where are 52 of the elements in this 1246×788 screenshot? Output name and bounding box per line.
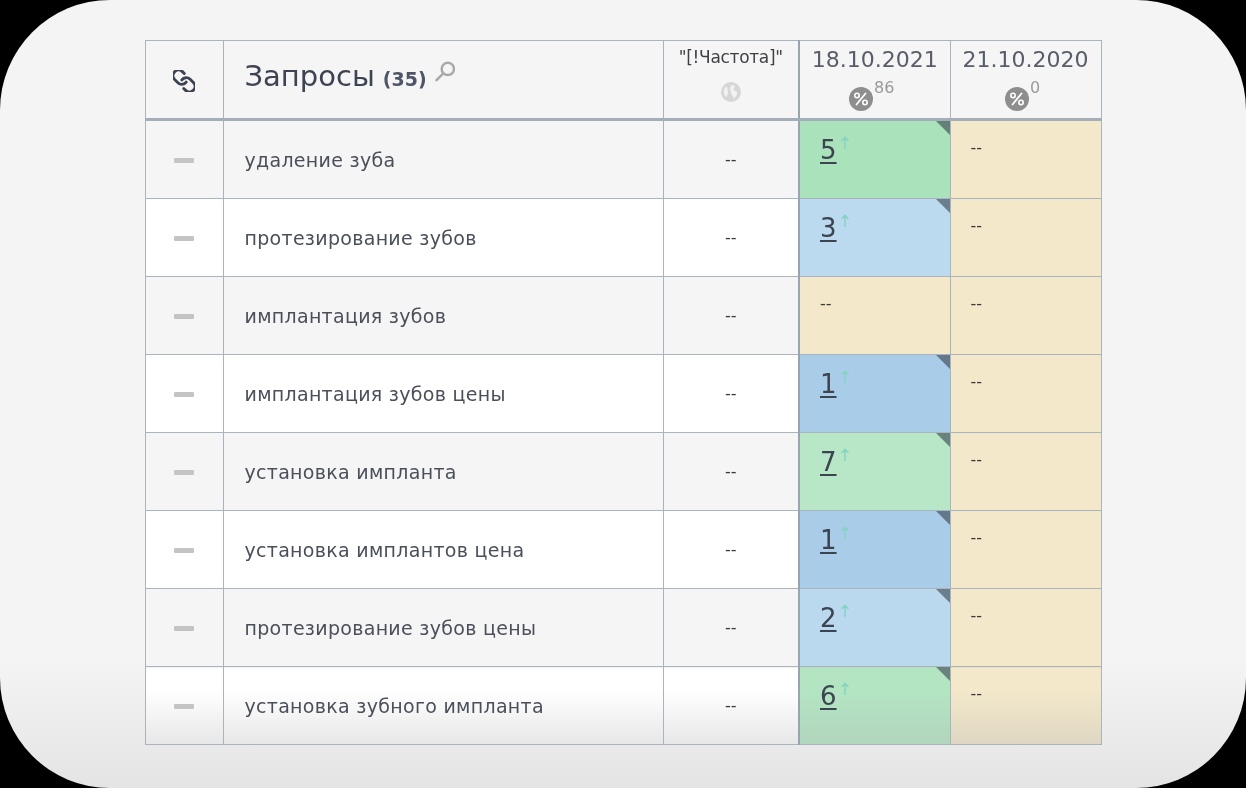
- position-link[interactable]: 7: [820, 445, 837, 479]
- empty-value: --: [970, 605, 983, 627]
- position-link[interactable]: 2: [820, 601, 837, 635]
- frequency-value: --: [724, 618, 737, 637]
- percent-value: 86: [874, 79, 895, 97]
- minus-icon[interactable]: [174, 236, 194, 241]
- date-title: 21.10.2020: [962, 46, 1089, 74]
- query-text: установка зубного импланта: [244, 694, 544, 717]
- position-link[interactable]: 1: [820, 523, 837, 557]
- minus-icon[interactable]: [174, 314, 194, 319]
- frequency-value: --: [724, 306, 737, 325]
- frequency-value: --: [724, 150, 737, 169]
- globe-icon: [720, 82, 741, 102]
- minus-icon[interactable]: [174, 392, 194, 397]
- query-text: протезирование зубов цены: [244, 616, 537, 639]
- query-text: протезирование зубов: [244, 226, 477, 249]
- empty-value: --: [970, 449, 983, 471]
- link-icon: [173, 69, 195, 92]
- empty-value: --: [970, 215, 983, 237]
- frequency-value: --: [724, 462, 737, 481]
- position-link[interactable]: 5: [820, 133, 837, 167]
- search-icon[interactable]: [434, 61, 455, 82]
- minus-icon[interactable]: [174, 470, 194, 475]
- minus-icon[interactable]: [174, 626, 194, 631]
- column-title: Запросы: [244, 58, 375, 94]
- query-text: установка импланта: [244, 460, 457, 483]
- empty-value: --: [970, 527, 983, 549]
- query-text: имплантация зубов цены: [244, 382, 506, 405]
- minus-icon[interactable]: [174, 704, 194, 709]
- minus-icon[interactable]: [174, 548, 194, 553]
- column-title: "[!Частота]": [678, 46, 783, 68]
- frequency-value: --: [724, 540, 737, 559]
- percent-icon[interactable]: [849, 87, 874, 111]
- frequency-value: --: [724, 384, 737, 403]
- date-title: 18.10.2021: [811, 46, 938, 74]
- query-text: имплантация зубов: [244, 304, 447, 327]
- empty-value: --: [970, 683, 983, 705]
- minus-icon[interactable]: [174, 158, 194, 163]
- percent-icon[interactable]: [1004, 87, 1029, 111]
- empty-value: --: [820, 293, 832, 315]
- empty-value: --: [970, 371, 983, 393]
- query-count: (35): [382, 67, 427, 92]
- empty-value: --: [970, 137, 983, 159]
- query-text: удаление зуба: [244, 148, 396, 171]
- frequency-value: --: [724, 228, 737, 247]
- position-link[interactable]: 1: [820, 367, 837, 401]
- position-link[interactable]: 6: [820, 679, 837, 713]
- position-link[interactable]: 3: [820, 211, 837, 245]
- query-text: установка имплантов цена: [244, 538, 525, 561]
- percent-value: 0: [1029, 79, 1041, 97]
- frequency-value: --: [724, 696, 737, 715]
- empty-value: --: [970, 293, 983, 315]
